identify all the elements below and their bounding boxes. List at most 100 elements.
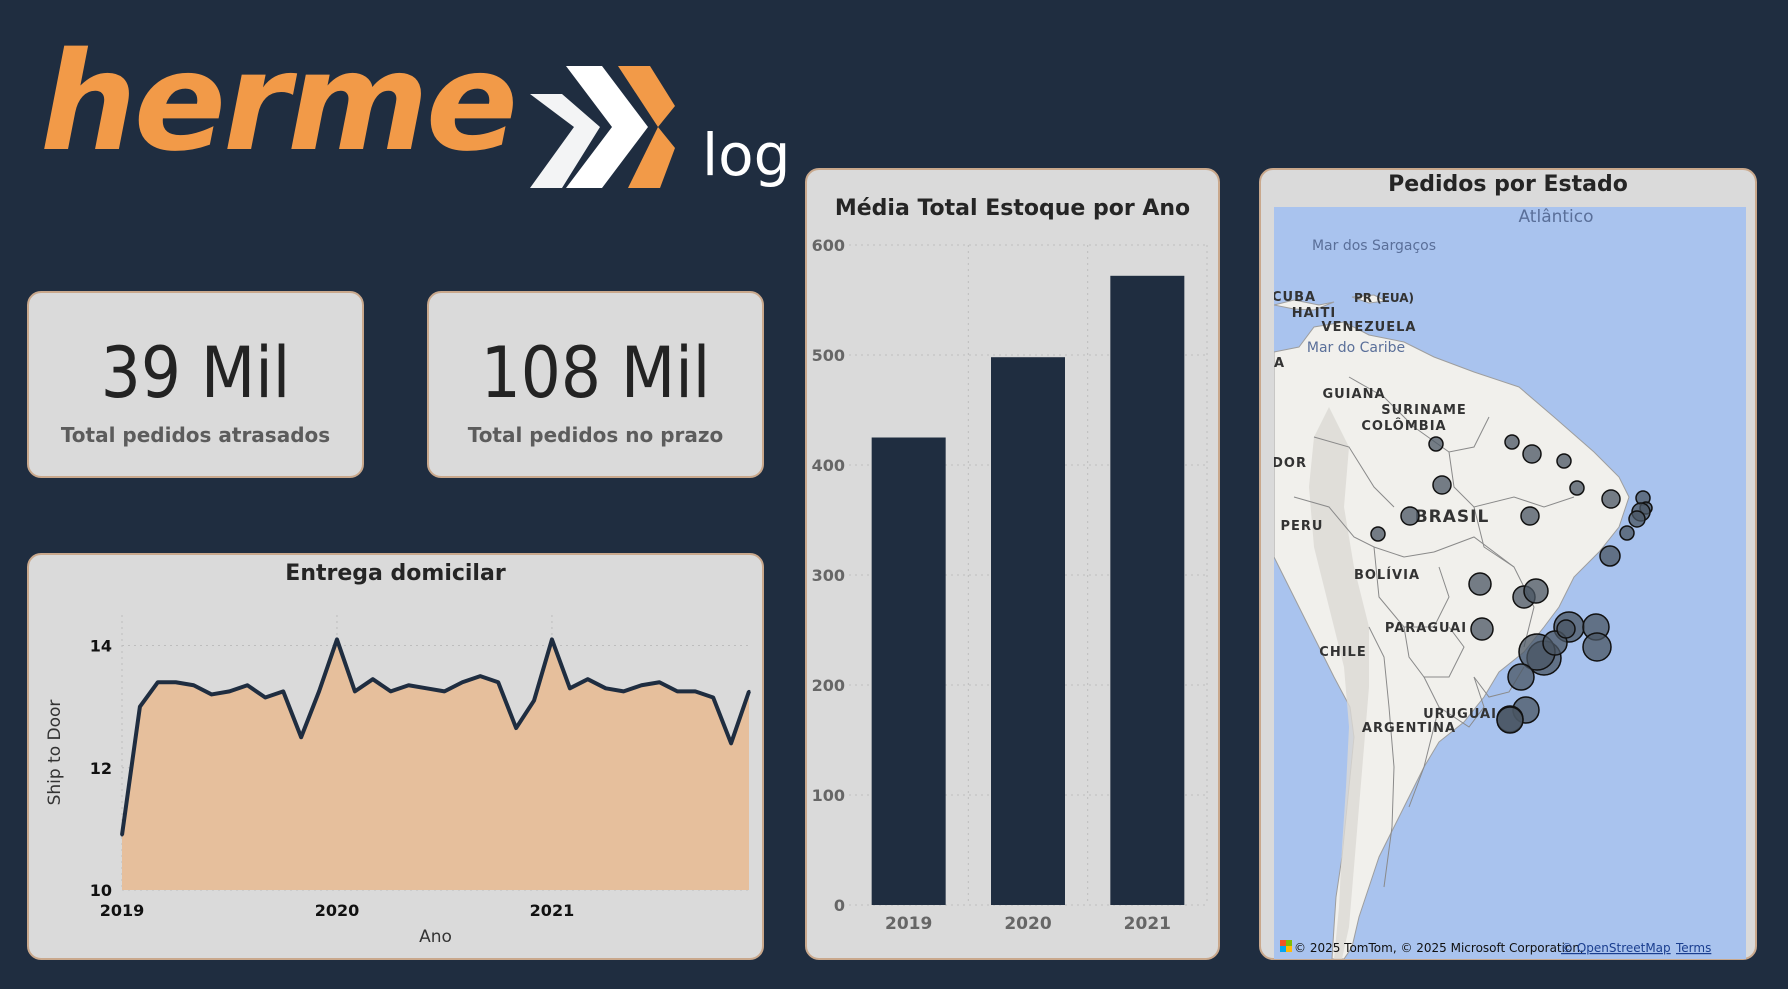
y-axis-title: Ship to Door [45,700,65,806]
data-point [460,680,464,684]
data-point [496,680,500,684]
x-axis-title: Ano [419,927,452,947]
data-point [281,689,285,693]
data-point [729,741,733,745]
data-point [532,699,536,703]
state-bubble [1432,475,1452,495]
data-point [227,689,231,693]
stock-bar-chart-card: Média Total Estoque por Ano 0 100 200 300 40… [805,168,1220,960]
country-label: BRASIL [1415,507,1490,527]
country-label: VENEZUELA [1322,320,1417,335]
data-point [371,677,375,681]
state-bubble [1520,506,1540,526]
state-bubble [1599,545,1621,567]
data-point [640,683,644,687]
attribution-text: © 2025 TomTom, © 2025 Microsoft Corporat… [1294,941,1584,955]
kpi-label: Total pedidos no prazo [467,423,724,447]
country-label: GUIANA [1322,387,1385,402]
y-tick-label: 300 [812,566,845,585]
state-bubble [1468,572,1492,596]
kpi-card-late-orders: 39 Mil Total pedidos atrasados [27,291,364,478]
ocean-label: Mar dos Sargaços [1312,238,1436,254]
brand-logo: herme log [40,24,790,189]
country-label: PERU [1281,519,1324,534]
data-point [657,680,661,684]
data-point [478,674,482,678]
y-tick-label: 600 [812,236,845,255]
map-title: Pedidos por Estado [1388,172,1628,197]
country-label: URUGUAI [1423,707,1497,722]
x-tick-label: 2021 [1124,914,1171,934]
x-tick-label: 2019 [885,914,932,934]
kpi-card-ontime-orders: 108 Mil Total pedidos no prazo [427,291,764,478]
logo-suffix: log [702,121,791,189]
y-tick-label: 400 [812,456,845,475]
x-tick-label: 2020 [1004,914,1051,934]
data-point [299,735,303,739]
data-point [210,692,214,696]
state-bubble [1628,510,1646,528]
data-point [568,686,572,690]
data-point [747,689,751,693]
data-point [353,689,357,693]
state-bubble [1504,434,1520,450]
data-point [174,680,178,684]
country-label: CHILE [1319,645,1366,660]
country-label: PARAGUAI [1385,621,1467,636]
data-point [550,637,554,641]
y-tick-label: 100 [812,786,845,805]
logo-wordmark: herme [40,24,518,182]
country-label: CUBA [1274,290,1316,305]
state-bubble [1400,506,1420,526]
data-point [586,677,590,681]
state-bubble [1582,632,1612,662]
state-bubble [1496,706,1524,734]
data-point [389,689,393,693]
stock-bar-chart: 0 100 200 300 400 500 600 2019 2020 2021 [812,236,1208,934]
kpi-value: 108 Mil [480,332,711,414]
y-tick-label: 12 [90,759,112,778]
country-label: UA [1274,356,1285,371]
data-point [442,689,446,693]
x-tick-label: 2019 [100,901,145,920]
country-label: COLÔMBIA [1361,418,1446,434]
state-bubble [1556,453,1572,469]
data-point [138,705,142,709]
home-delivery-chart-card: Entrega domicilar 10 12 14 2019 2020 2021 Ano S… [27,553,764,960]
data-point [335,637,339,641]
terms-link: Terms [1675,941,1711,955]
data-point [192,683,196,687]
ocean-label: Atlântico [1518,207,1593,227]
x-tick-label: 2020 [315,901,360,920]
data-point [425,686,429,690]
state-bubble [1522,444,1542,464]
bar-2019 [871,437,946,905]
data-point [675,689,679,693]
ocean-label: Mar do Caribe [1307,340,1405,356]
state-bubble [1556,619,1576,639]
area-fill [122,639,749,890]
bar-2021 [1110,275,1185,905]
country-label: PR (EUA) [1354,291,1414,305]
y-tick-label: 0 [834,896,845,915]
state-bubble [1507,663,1535,691]
data-point [407,683,411,687]
data-point [622,689,626,693]
kpi-label: Total pedidos atrasados [60,423,331,447]
orders-by-state-map[interactable]: Atlântico Mar dos Sargaços Mar do Caribe CU… [1274,207,1746,959]
openstreetmap-link: © OpenStreetMap [1561,941,1671,955]
bar-2020 [991,357,1065,905]
y-tick-label: 10 [90,881,112,900]
data-point [245,683,249,687]
state-bubble [1428,436,1444,452]
data-point [711,696,715,699]
state-bubble [1370,526,1386,542]
data-point [317,689,321,693]
data-point [263,696,267,699]
state-bubble [1601,489,1621,509]
data-point [693,689,697,693]
y-tick-label: 14 [90,637,112,656]
map-attribution: © 2025 TomTom, © 2025 Microsoft Corporat… [1294,941,1584,955]
home-delivery-area-chart: 10 12 14 2019 2020 2021 Ano Ship to Door [45,615,751,947]
state-bubble [1619,525,1635,541]
